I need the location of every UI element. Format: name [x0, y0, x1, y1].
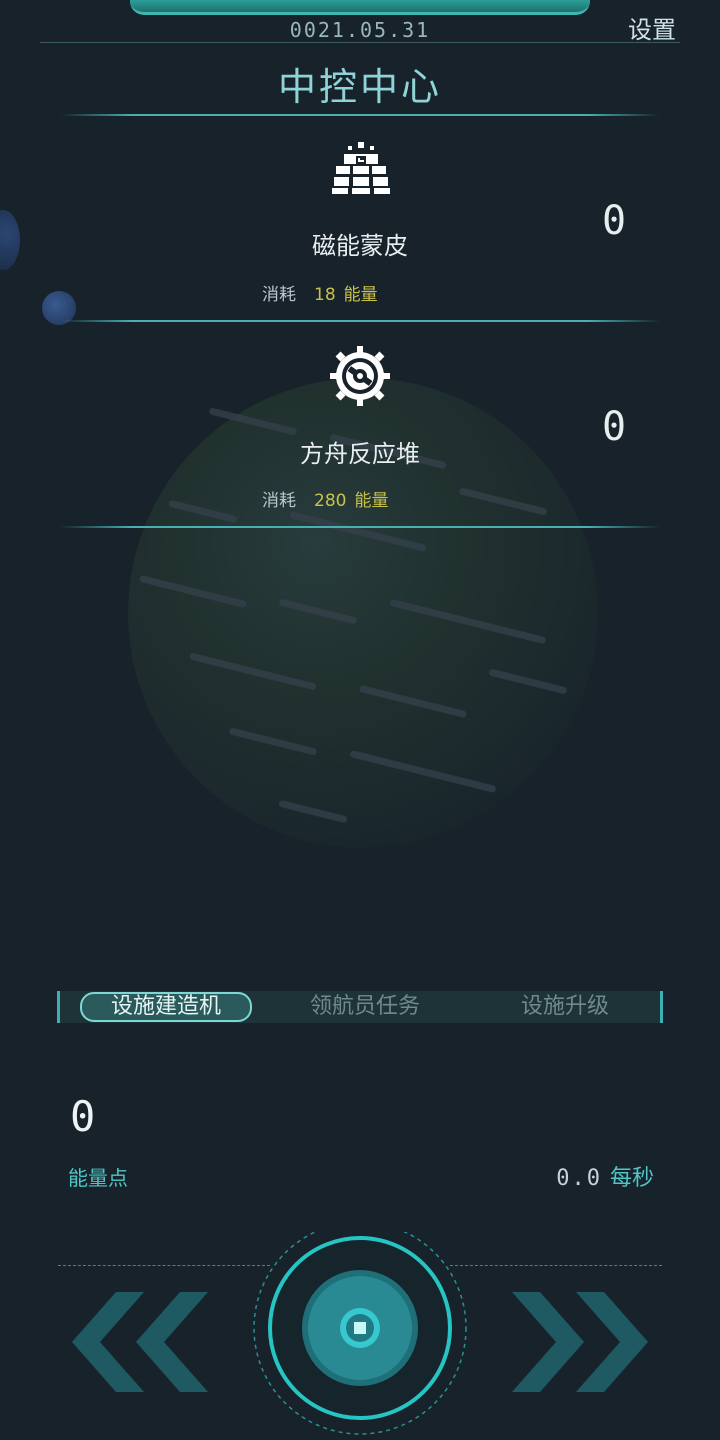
facility-cost: 消耗 18 能量 — [262, 280, 378, 305]
tab-facility-builder[interactable]: 设施建造机 — [80, 992, 252, 1022]
energy-points-label: 能量点 — [68, 1166, 128, 1190]
main-action-button[interactable] — [250, 1232, 470, 1440]
energy-rate: 0.0 每秒 — [556, 1160, 654, 1192]
cost-label: 消耗 — [262, 491, 296, 511]
settings-button[interactable]: 设置 — [628, 10, 676, 45]
cost-value: 18 — [314, 285, 336, 305]
bottom-dashed-line — [58, 1265, 270, 1266]
cost-unit: 能量 — [354, 491, 389, 511]
facility-count: 0 — [602, 404, 627, 450]
page-title: 中控中心 — [277, 65, 442, 109]
previous-chevrons-icon[interactable] — [66, 1286, 216, 1398]
cost-unit: 能量 — [343, 285, 378, 305]
bottom-dashed-line — [450, 1265, 662, 1266]
tab-bar: 设施建造机 领航员任务 设施升级 — [57, 991, 663, 1023]
header-divider — [40, 42, 680, 43]
tab-navigator-missions[interactable]: 领航员任务 — [290, 991, 440, 1023]
facility-divider — [60, 320, 660, 322]
energy-rate-unit: 每秒 — [609, 1166, 654, 1191]
solar-panel-icon — [332, 142, 390, 194]
energy-points-value: 0 — [70, 1092, 96, 1141]
cost-label: 消耗 — [262, 285, 296, 305]
title-divider — [60, 114, 660, 116]
game-date: 0021.05.31 — [289, 18, 431, 42]
next-chevrons-icon[interactable] — [504, 1286, 654, 1398]
facility-count: 0 — [602, 198, 627, 244]
facility-divider — [60, 526, 660, 528]
bottom-frame-decoration — [0, 1432, 720, 1440]
top-frame-decoration — [130, 0, 590, 15]
energy-rate-value: 0.0 — [556, 1166, 602, 1191]
gear-reactor-icon — [330, 346, 390, 406]
facility-cost: 消耗 280 能量 — [262, 486, 388, 511]
tab-facility-upgrade[interactable]: 设施升级 — [500, 991, 630, 1023]
cost-value: 280 — [314, 491, 347, 511]
